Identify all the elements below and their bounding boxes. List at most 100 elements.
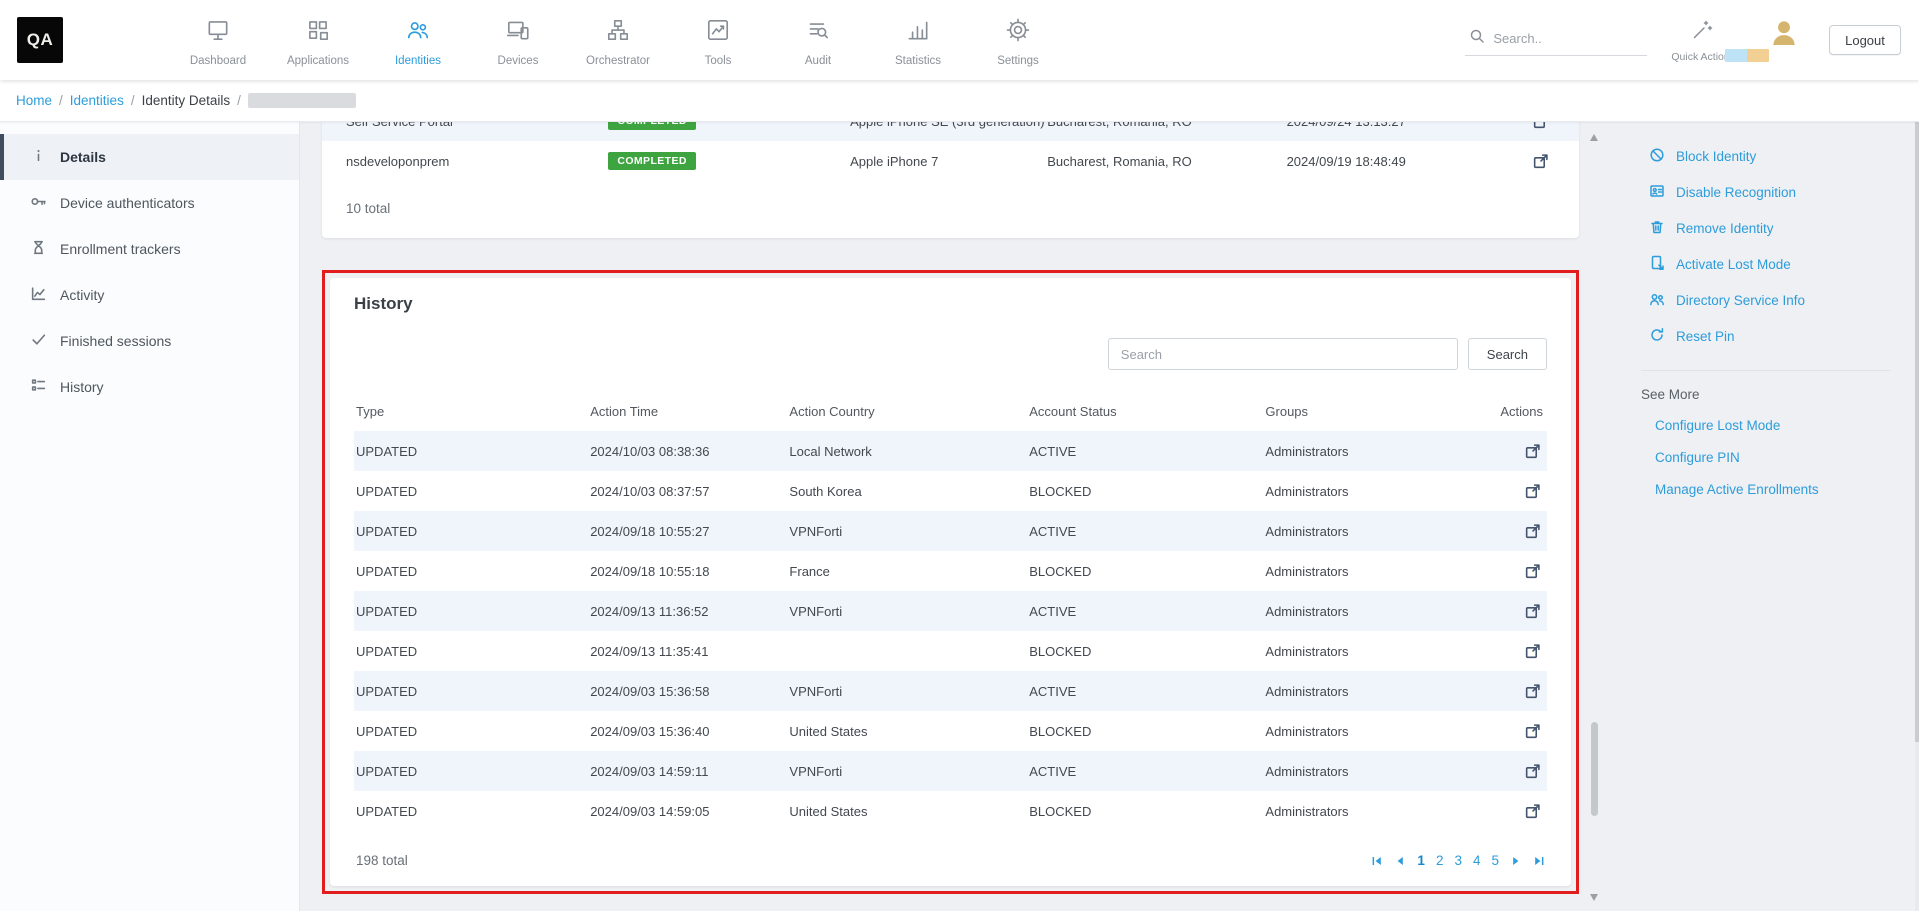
page-number[interactable]: 3 — [1454, 853, 1462, 868]
page-scrollbar-thumb[interactable] — [1915, 122, 1919, 742]
session-name: Self Service Portal — [346, 122, 608, 129]
col-header-type: Type — [354, 404, 590, 419]
nav-item-orchestrator[interactable]: Orchestrator — [568, 13, 668, 67]
cell-action-time: 2024/09/18 10:55:27 — [590, 524, 789, 539]
sidebar-item-device-authenticators[interactable]: Device authenticators — [0, 180, 299, 226]
history-search-button[interactable]: Search — [1468, 338, 1547, 370]
sidebar-item-finished-sessions[interactable]: Finished sessions — [0, 318, 299, 364]
sidebar-item-details[interactable]: Details — [0, 134, 299, 180]
remove-identity-action[interactable]: Remove Identity — [1641, 210, 1895, 246]
refresh-icon — [1649, 327, 1665, 346]
breadcrumb-identities[interactable]: Identities — [70, 93, 124, 108]
cell-type: UPDATED — [354, 804, 590, 819]
open-external-icon — [1524, 648, 1541, 663]
block-identity-action[interactable]: Block Identity — [1641, 138, 1895, 174]
language-flag[interactable] — [1725, 49, 1769, 62]
session-device: Apple iPhone SE (3rd generation) — [850, 122, 1047, 129]
sessions-total: 10 total — [322, 181, 1579, 238]
see-more-links: Configure Lost Mode Configure PIN Manage… — [1655, 418, 1895, 497]
cell-type: UPDATED — [354, 564, 590, 579]
status-badge: COMPLETED — [608, 152, 696, 170]
cell-action-time: 2024/09/03 15:36:58 — [590, 684, 789, 699]
row-action-button[interactable] — [1530, 122, 1551, 132]
open-external-icon — [1532, 158, 1549, 173]
scroll-down-arrow[interactable] — [1590, 894, 1598, 901]
disable-recognition-action[interactable]: Disable Recognition — [1641, 174, 1895, 210]
row-action-button[interactable] — [1522, 481, 1543, 502]
cell-groups: Administrators — [1265, 684, 1505, 699]
row-action-button[interactable] — [1522, 681, 1543, 702]
action-label: Directory Service Info — [1676, 293, 1805, 308]
page-number[interactable]: 5 — [1491, 853, 1499, 868]
cell-type: UPDATED — [354, 644, 590, 659]
main-content: Self Service Portal COMPLETED Apple iPho… — [300, 122, 1601, 911]
page-scrollbar — [1915, 122, 1919, 911]
history-footer: 198 total 1 2 3 4 5 — [354, 845, 1547, 872]
sidebar-item-enrollment-trackers[interactable]: Enrollment trackers — [0, 226, 299, 272]
open-external-icon — [1524, 728, 1541, 743]
cell-action-time: 2024/09/18 10:55:18 — [590, 564, 789, 579]
nav-item-statistics[interactable]: Statistics — [868, 13, 968, 67]
row-action-button[interactable] — [1522, 721, 1543, 742]
next-page-icon[interactable] — [1510, 855, 1522, 867]
devices-icon — [505, 17, 531, 48]
main-nav: Dashboard Applications Identities Device… — [168, 13, 1068, 67]
scroll-up-arrow[interactable] — [1590, 134, 1598, 141]
status-badge: COMPLETED — [608, 122, 696, 130]
cell-action-country: VPNForti — [789, 524, 1029, 539]
page-number[interactable]: 1 — [1417, 853, 1425, 868]
directory-service-info-action[interactable]: Directory Service Info — [1641, 282, 1895, 318]
breadcrumb-separator: / — [131, 93, 135, 108]
configure-pin-link[interactable]: Configure PIN — [1655, 450, 1895, 465]
row-action-button[interactable] — [1522, 601, 1543, 622]
row-action-button[interactable] — [1522, 441, 1543, 462]
row-action-button[interactable] — [1522, 521, 1543, 542]
first-page-icon[interactable] — [1371, 855, 1383, 867]
activate-lost-mode-action[interactable]: Activate Lost Mode — [1641, 246, 1895, 282]
history-table: Type Action Time Action Country Account … — [354, 394, 1547, 831]
table-row: UPDATED 2024/09/03 15:36:40 United State… — [354, 711, 1547, 751]
global-search — [1465, 24, 1647, 56]
page-number[interactable]: 4 — [1473, 853, 1481, 868]
configure-lost-mode-link[interactable]: Configure Lost Mode — [1655, 418, 1895, 433]
row-action-button[interactable] — [1522, 801, 1543, 822]
nav-item-identities[interactable]: Identities — [368, 13, 468, 67]
nav-item-dashboard[interactable]: Dashboard — [168, 13, 268, 67]
nav-item-devices[interactable]: Devices — [468, 13, 568, 67]
nav-item-applications[interactable]: Applications — [268, 13, 368, 67]
logout-button[interactable]: Logout — [1829, 25, 1901, 55]
history-search-input[interactable] — [1108, 338, 1458, 370]
nav-item-settings[interactable]: Settings — [968, 13, 1068, 67]
row-action-button[interactable] — [1530, 151, 1551, 172]
sidebar-item-label: History — [60, 379, 104, 395]
breadcrumb-separator: / — [237, 93, 241, 108]
global-search-input[interactable] — [1493, 31, 1643, 46]
prev-page-icon[interactable] — [1394, 855, 1406, 867]
nav-label: Identities — [395, 55, 441, 67]
col-header-action-time: Action Time — [590, 404, 789, 419]
scrollbar-thumb[interactable] — [1591, 722, 1598, 816]
cell-action-time: 2024/09/13 11:36:52 — [590, 604, 789, 619]
last-page-icon[interactable] — [1533, 855, 1545, 867]
row-action-button[interactable] — [1522, 761, 1543, 782]
page-number[interactable]: 2 — [1436, 853, 1444, 868]
reset-pin-action[interactable]: Reset Pin — [1641, 318, 1895, 354]
open-external-icon — [1524, 688, 1541, 703]
manage-active-enrollments-link[interactable]: Manage Active Enrollments — [1655, 482, 1895, 497]
sidebar-item-activity[interactable]: Activity — [0, 272, 299, 318]
cell-action-time: 2024/09/13 11:35:41 — [590, 644, 789, 659]
sidebar-item-label: Activity — [60, 287, 104, 303]
sidebar-item-history[interactable]: History — [0, 364, 299, 410]
cell-action-time: 2024/09/03 15:36:40 — [590, 724, 789, 739]
cell-action-time: 2024/09/03 14:59:05 — [590, 804, 789, 819]
row-action-button[interactable] — [1522, 641, 1543, 662]
nav-item-audit[interactable]: Audit — [768, 13, 868, 67]
cell-action-country: United States — [789, 724, 1029, 739]
app-logo[interactable]: QA — [17, 17, 63, 63]
user-menu[interactable] — [1759, 14, 1805, 66]
history-title: History — [354, 294, 1547, 314]
nav-item-tools[interactable]: Tools — [668, 13, 768, 67]
row-action-button[interactable] — [1522, 561, 1543, 582]
breadcrumb-home[interactable]: Home — [16, 93, 52, 108]
session-time: 2024/09/19 18:48:49 — [1287, 154, 1516, 169]
